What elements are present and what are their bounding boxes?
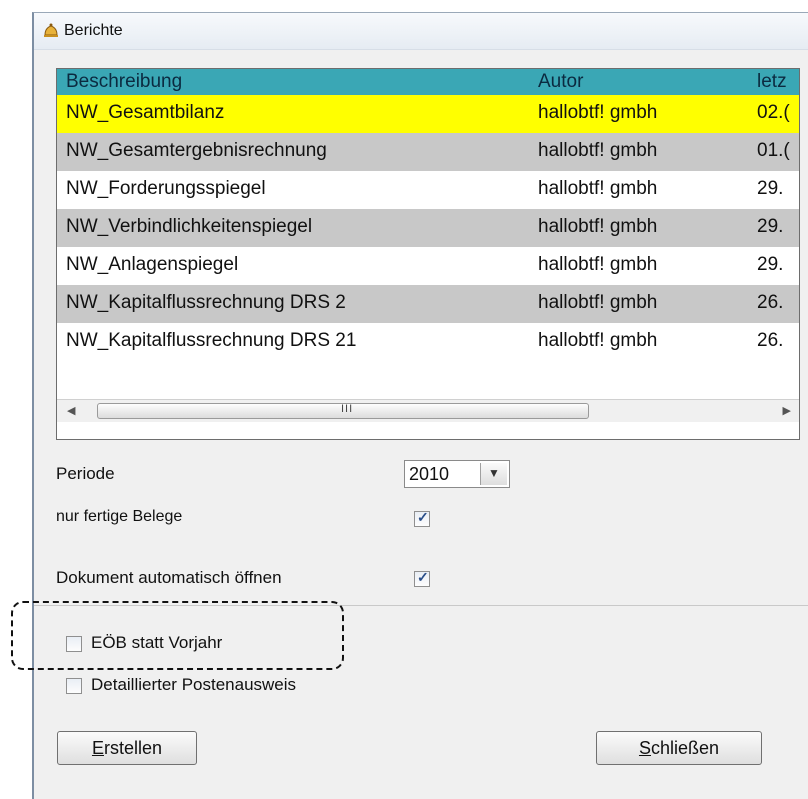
periode-value: 2010 bbox=[409, 464, 450, 484]
scrollbar-grip: III bbox=[341, 403, 354, 415]
cell-autor: hallobtf! gmbh bbox=[538, 292, 658, 313]
erstellen-label: rstellen bbox=[103, 738, 163, 758]
periode-select[interactable]: 2010 ▼ bbox=[404, 460, 510, 488]
cell-beschreibung: NW_Kapitalflussrechnung DRS 2 bbox=[66, 292, 346, 313]
periode-label: Periode bbox=[56, 464, 115, 483]
schliessen-label: chließen bbox=[650, 738, 720, 758]
cell-autor: hallobtf! gmbh bbox=[538, 330, 658, 351]
cell-datum: 02.( bbox=[757, 102, 790, 123]
table-row[interactable]: NW_Gesamtergebnisrechnung hallobtf! gmbh 0… bbox=[57, 133, 799, 171]
cell-autor: hallobtf! gmbh bbox=[538, 254, 658, 275]
scroll-right-icon[interactable]: ▶ bbox=[783, 404, 791, 417]
cell-datum: 29. bbox=[757, 216, 784, 237]
list-header: Beschreibung Autor letz bbox=[57, 69, 799, 95]
report-list[interactable]: Beschreibung Autor letz NW_Gesamtbilanzh… bbox=[56, 68, 800, 440]
cell-beschreibung: NW_Verbindlichkeitenspiegel bbox=[66, 216, 313, 237]
table-row[interactable]: NW_Forderungsspiegel hallobtf! gmbh 29. bbox=[57, 171, 799, 209]
scrollbar-thumb[interactable]: III bbox=[97, 403, 589, 419]
cell-beschreibung: NW_Kapitalflussrechnung DRS 21 bbox=[66, 330, 357, 351]
window-title: Berichte bbox=[64, 22, 123, 39]
cell-beschreibung: NW_Anlagenspiegel bbox=[66, 254, 239, 275]
title-bar[interactable]: Berichte bbox=[34, 13, 808, 50]
dokument-label: Dokument automatisch öffnen bbox=[56, 568, 282, 587]
berichte-window: Berichte Beschreibung Autor letz NW_Gesa… bbox=[32, 12, 808, 799]
nur-fertige-checkbox[interactable] bbox=[414, 509, 430, 527]
column-header-beschreibung[interactable]: Beschreibung bbox=[66, 71, 182, 93]
periode-dropdown-button[interactable]: ▼ bbox=[480, 463, 507, 485]
cell-autor: hallobtf! gmbh bbox=[538, 102, 658, 123]
table-row[interactable]: NW_Anlagenspiegel hallobtf! gmbh 29. bbox=[57, 247, 799, 285]
report-bell-icon bbox=[44, 23, 58, 37]
table-row[interactable]: NW_Verbindlichkeitenspiegel hallobtf! gmb… bbox=[57, 209, 799, 247]
horizontal-scrollbar[interactable]: ◀ III ▶ bbox=[57, 399, 799, 422]
detail-checkbox[interactable] bbox=[66, 678, 82, 694]
cell-beschreibung: NW_Forderungsspiegel bbox=[66, 178, 266, 199]
cell-beschreibung: NW_Gesamtbilanz bbox=[66, 102, 225, 123]
table-row[interactable]: NW_Kapitalflussrechnung DRS 2 hallobtf! g… bbox=[57, 285, 799, 323]
table-row[interactable]: NW_Kapitalflussrechnung DRS 21 hallobtf! … bbox=[57, 323, 799, 361]
cell-datum: 29. bbox=[757, 254, 784, 275]
erstellen-button[interactable]: Erstellen bbox=[57, 731, 197, 765]
nur-fertige-label: nur fertige Belege bbox=[56, 508, 183, 525]
chevron-down-icon: ▼ bbox=[488, 466, 500, 480]
cell-autor: hallobtf! gmbh bbox=[538, 140, 658, 161]
cell-datum: 01.( bbox=[757, 140, 790, 161]
scroll-left-icon[interactable]: ◀ bbox=[67, 404, 75, 417]
schliessen-button[interactable]: Schließen bbox=[596, 731, 762, 765]
detail-label[interactable]: Detaillierter Postenausweis bbox=[91, 675, 296, 695]
cell-autor: hallobtf! gmbh bbox=[538, 178, 658, 199]
cell-beschreibung: NW_Gesamtergebnisrechnung bbox=[66, 140, 327, 161]
erstellen-mnemonic: E bbox=[91, 738, 104, 758]
column-header-autor[interactable]: Autor bbox=[538, 71, 583, 93]
column-header-datum[interactable]: letz bbox=[757, 71, 787, 93]
cell-datum: 29. bbox=[757, 178, 784, 199]
table-row[interactable]: NW_Gesamtbilanz hallobtf! gmbh 02.( bbox=[57, 95, 799, 133]
cell-autor: hallobtf! gmbh bbox=[538, 216, 658, 237]
dokument-oeffnen-checkbox[interactable] bbox=[414, 569, 430, 587]
cell-datum: 26. bbox=[757, 330, 784, 351]
schliessen-mnemonic: S bbox=[638, 738, 651, 758]
cell-datum: 26. bbox=[757, 292, 784, 313]
highlight-dashed-box bbox=[11, 601, 344, 670]
